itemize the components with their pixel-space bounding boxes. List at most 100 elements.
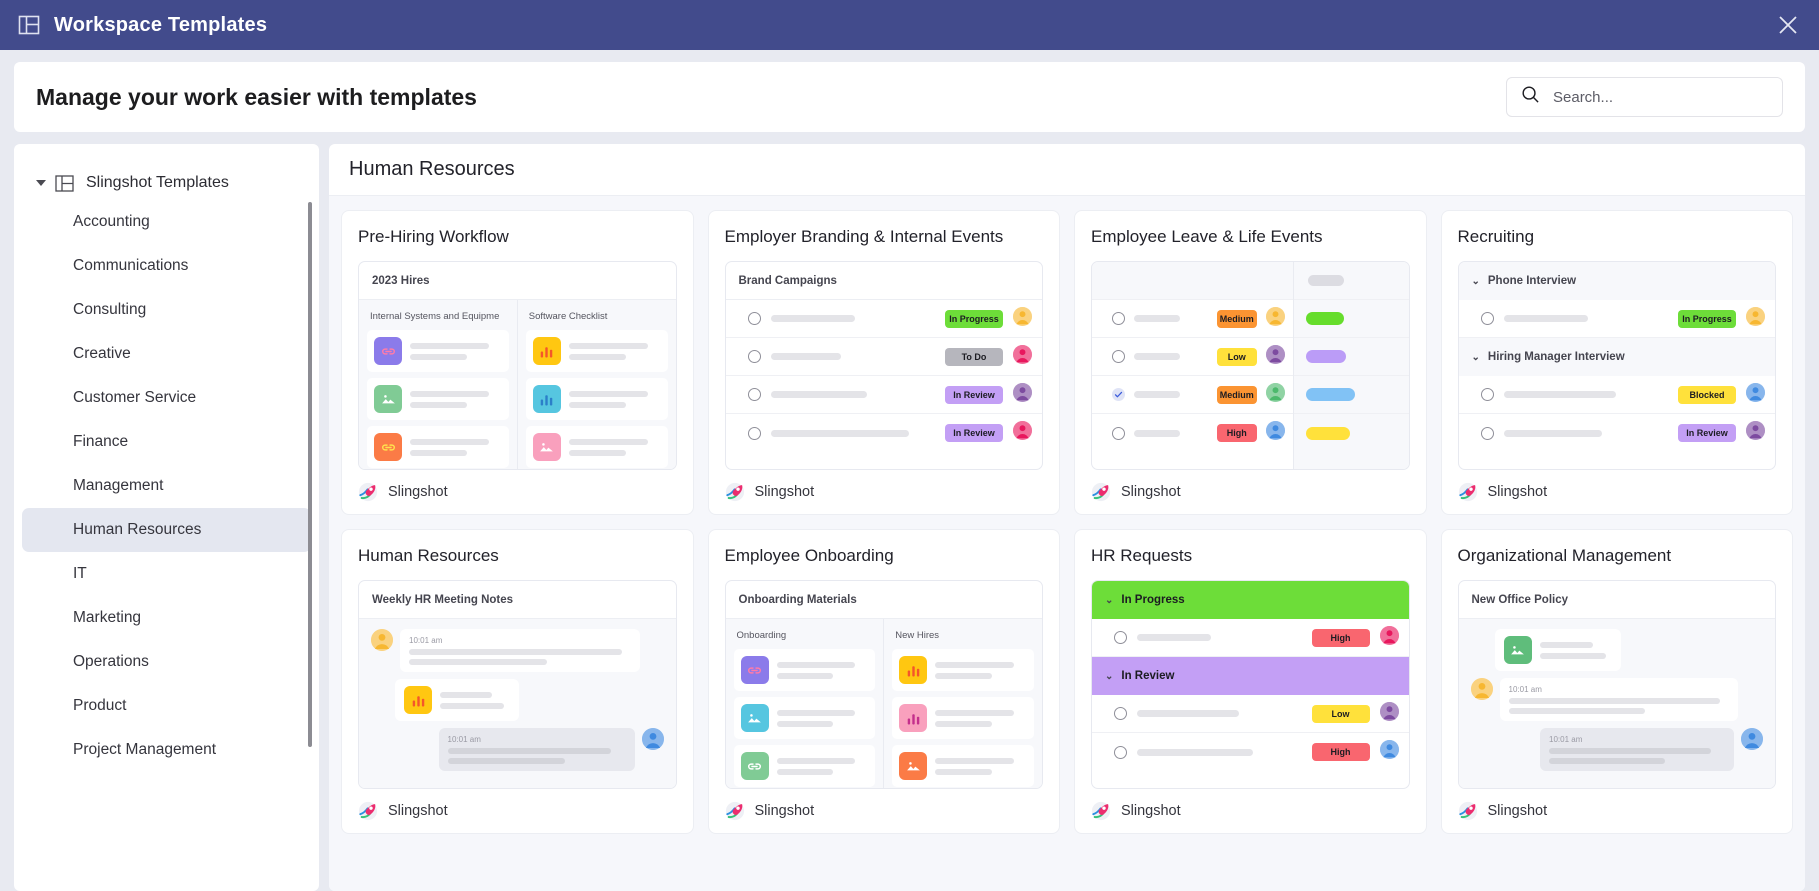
slingshot-rocket-icon <box>1458 482 1478 502</box>
row-checkbox[interactable] <box>1114 631 1127 644</box>
table-row-tag[interactable] <box>1293 300 1409 338</box>
table-row[interactable]: Medium <box>1092 300 1293 338</box>
board-tile[interactable] <box>525 426 668 468</box>
sidebar-item-accounting[interactable]: Accounting <box>22 200 311 244</box>
row-checkbox[interactable] <box>747 350 761 363</box>
board-tile[interactable] <box>733 649 876 691</box>
group-header[interactable]: ⌄ Phone Interview <box>1458 262 1775 300</box>
table-row[interactable]: In Progress <box>1458 300 1775 338</box>
sidebar-root-slingshot-templates[interactable]: Slingshot Templates <box>14 166 319 200</box>
table-row[interactable]: Medium <box>1092 376 1293 414</box>
sidebar-item-label: Management <box>73 477 164 494</box>
board-tile[interactable] <box>367 426 509 468</box>
template-card[interactable]: Employer Branding & Internal Events Bran… <box>707 210 1060 515</box>
sidebar-item-management[interactable]: Management <box>22 464 311 508</box>
row-checkbox[interactable] <box>747 426 761 440</box>
table-row[interactable]: To Do <box>725 338 1042 376</box>
sidebar-item-operations[interactable]: Operations <box>22 640 311 684</box>
chevron-down-icon[interactable] <box>36 180 46 186</box>
board-tile[interactable] <box>892 745 1034 787</box>
bubble-placeholder-lines <box>1539 641 1612 659</box>
table-row[interactable]: High <box>1092 414 1293 452</box>
row-checkbox[interactable] <box>1112 312 1125 325</box>
chat-message-outgoing[interactable]: 10:01 am <box>371 728 664 771</box>
sidebar-scrollbar[interactable] <box>308 202 312 747</box>
table-row[interactable]: Low <box>1092 695 1409 733</box>
row-checkbox[interactable] <box>1114 707 1127 720</box>
board-tile[interactable] <box>892 697 1034 739</box>
row-checkbox[interactable] <box>747 388 761 401</box>
table-row[interactable]: High <box>1092 619 1409 657</box>
table-row[interactable]: In Review <box>726 414 1043 452</box>
group-header[interactable]: ⌄ In Progress <box>1092 581 1409 619</box>
sidebar-item-finance[interactable]: Finance <box>22 420 311 464</box>
chat-message-outgoing[interactable]: 10:01 am <box>1471 728 1763 771</box>
close-icon[interactable] <box>1775 12 1801 38</box>
table-row-tag[interactable] <box>1293 338 1409 376</box>
status-badge: To Do <box>945 347 1003 366</box>
board-tile[interactable] <box>367 378 509 420</box>
template-card[interactable]: Human Resources Weekly HR Meeting Notes … <box>341 529 694 834</box>
board-tile[interactable] <box>367 330 509 372</box>
table-row[interactable]: High <box>1092 733 1409 771</box>
window-title: Workspace Templates <box>54 13 268 36</box>
table-row[interactable]: Low <box>1092 338 1293 376</box>
row-checkbox[interactable] <box>1112 426 1125 440</box>
sidebar-item-it[interactable]: IT <box>22 552 311 596</box>
sidebar-item-consulting[interactable]: Consulting <box>22 288 311 332</box>
row-checkbox[interactable] <box>1480 312 1494 325</box>
priority-badge: High <box>1216 424 1257 442</box>
image-icon <box>899 752 928 780</box>
board-tile[interactable] <box>525 378 668 420</box>
template-card-title: Employee Leave & Life Events <box>1091 227 1323 246</box>
row-checkbox[interactable] <box>1480 426 1494 440</box>
template-card[interactable]: Pre-Hiring Workflow 2023 Hires Internal … <box>341 210 694 515</box>
sidebar-item-project-management[interactable]: Project Management <box>22 728 311 772</box>
template-card[interactable]: Employee Onboarding Onboarding Materials… <box>707 529 1060 834</box>
tile-placeholder-lines <box>410 390 502 408</box>
board-tile[interactable] <box>525 330 668 372</box>
template-card[interactable]: Organizational Management New Office Pol… <box>1440 529 1793 834</box>
chevron-down-icon[interactable]: ⌄ <box>1472 276 1480 287</box>
group-header[interactable]: ⌄ Hiring Manager Interview <box>1458 338 1775 376</box>
table-row-tag[interactable] <box>1293 376 1409 414</box>
table-row[interactable]: Blocked <box>1458 376 1775 414</box>
template-card-footer: Slingshot <box>1091 470 1410 514</box>
table-row[interactable]: In Progress <box>725 300 1042 338</box>
row-checkbox[interactable] <box>1112 350 1125 363</box>
chevron-down-icon[interactable]: ⌄ <box>1472 352 1480 363</box>
template-preview: Medium Low Medium High <box>1091 261 1410 470</box>
chat-message-media[interactable] <box>371 679 664 721</box>
template-card[interactable]: Employee Leave & Life Events Medium Low <box>1074 210 1427 515</box>
chat-message-incoming[interactable]: 10:01 am <box>1470 678 1764 721</box>
row-checkbox[interactable] <box>1480 388 1494 401</box>
chat-message-media[interactable] <box>1471 629 1764 671</box>
chevron-down-icon[interactable]: ⌄ <box>1105 595 1113 606</box>
sidebar-item-human-resources[interactable]: Human Resources <box>22 508 311 552</box>
sidebar-item-creative[interactable]: Creative <box>22 332 311 376</box>
sidebar-item-marketing[interactable]: Marketing <box>22 596 311 640</box>
group-header[interactable]: ⌄ In Review <box>1092 657 1409 695</box>
preview-board-title: Onboarding Materials <box>725 581 1042 619</box>
sidebar-item-customer-service[interactable]: Customer Service <box>22 376 311 420</box>
table-row-tag[interactable] <box>1294 414 1409 452</box>
sidebar-item-product[interactable]: Product <box>22 684 311 728</box>
board-tile[interactable] <box>892 649 1034 691</box>
preview-chat-title: Weekly HR Meeting Notes <box>359 581 676 619</box>
sidebar-item-communications[interactable]: Communications <box>22 244 311 288</box>
board-column: Internal Systems and Equipme <box>359 300 517 469</box>
table-row[interactable]: In Review <box>725 376 1042 414</box>
row-checkbox[interactable] <box>1114 745 1127 759</box>
row-checkbox[interactable] <box>1112 388 1125 401</box>
chevron-down-icon[interactable]: ⌄ <box>1105 671 1113 682</box>
status-badge: In Progress <box>945 309 1003 328</box>
chat-message-incoming[interactable]: 10:01 am <box>371 629 664 672</box>
table-row[interactable]: In Review <box>1459 414 1776 452</box>
board-tile[interactable] <box>733 745 876 787</box>
board-tile[interactable] <box>733 697 876 739</box>
template-card[interactable]: Recruiting ⌄ Phone Interview In Progress… <box>1440 210 1793 515</box>
row-checkbox[interactable] <box>747 312 761 325</box>
search-input[interactable]: Search... <box>1506 77 1783 117</box>
preview-chat: 10:01 am 10:01 am <box>359 619 676 788</box>
template-card[interactable]: HR Requests ⌄ In Progress High ⌄ In Revi… <box>1074 529 1427 834</box>
